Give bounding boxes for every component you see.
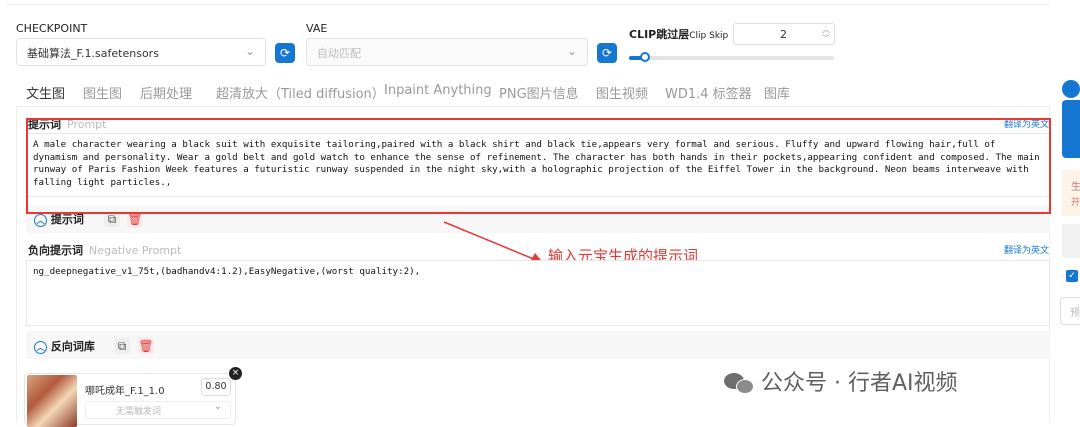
trash-icon[interactable]: 🗑	[138, 338, 154, 354]
vae-select[interactable]: 自动匹配 ⌄	[306, 38, 588, 66]
stepper-down-icon[interactable]: ﹀	[822, 33, 830, 44]
vae-refresh-button[interactable]: ⟳	[597, 43, 617, 63]
negative-translate-link[interactable]: 翻译为英文	[1004, 243, 1049, 256]
clip-slider-handle[interactable]	[640, 52, 651, 62]
lora-card[interactable]: 哪吒成年_F.1_1.0 0.80 无需触发词 ⌄	[24, 373, 236, 427]
negative-subtitle: Negative Prompt	[89, 244, 182, 257]
right-edge-panel: 生 开	[1062, 170, 1080, 216]
chevron-down-icon: ⌄	[244, 44, 255, 58]
right-edge-block	[1062, 224, 1080, 258]
lora-trigger-select[interactable]: 无需触发词 ⌄	[85, 401, 231, 419]
tab-img2img[interactable]: 图生图	[83, 83, 122, 102]
checkbox-icon[interactable]: ✓	[1066, 270, 1078, 282]
watermark: 公众号 · 行者AI视频	[724, 365, 958, 397]
lora-weight[interactable]: 0.80	[201, 378, 231, 396]
tab-inpaint-anything[interactable]: Inpaint Anything	[384, 83, 492, 98]
prompt-toggle-label: 提示词	[50, 213, 84, 226]
copy-icon[interactable]: ⧉	[114, 338, 130, 354]
negative-title-cn: 负向提示词	[28, 244, 83, 257]
tab-postprocess[interactable]: 后期处理	[140, 83, 192, 102]
watermark-text: 公众号 · 行者AI视频	[761, 371, 958, 396]
chevron-down-icon: ⌄	[566, 44, 577, 58]
right-edge-generate-button[interactable]	[1062, 100, 1080, 158]
chevron-down-icon: ⌄	[213, 401, 222, 412]
wechat-icon	[724, 371, 754, 394]
negative-toolbar	[26, 331, 1050, 359]
negative-toggle[interactable]: ︿ 反向词库	[34, 338, 95, 354]
tab-txt2img[interactable]: 文生图	[26, 83, 65, 102]
right-edge-text-1: 生	[1071, 182, 1080, 193]
tab-tiled-diffusion[interactable]: 超清放大（Tiled diffusion）	[216, 83, 385, 102]
chevron-up-icon: ︿	[34, 341, 47, 354]
checkpoint-value: 基础算法_F.1.safetensors	[27, 47, 159, 60]
checkpoint-refresh-button[interactable]: ⟳	[275, 43, 295, 63]
right-edge-text-2: 开	[1071, 198, 1080, 208]
clip-label-en: Clip Skip	[689, 31, 729, 41]
checkpoint-select[interactable]: 基础算法_F.1.safetensors ⌄	[16, 38, 266, 66]
clip-skip-input[interactable]: 2 ︿ ﹀	[733, 23, 835, 45]
vae-placeholder: 自动匹配	[317, 47, 361, 60]
clip-label: CLIP跳过层Clip Skip	[629, 26, 728, 42]
right-edge-text-3: 预	[1070, 308, 1080, 319]
negative-textarea[interactable]: ng_deepnegative_v1_75t,(badhandv4:1.2),E…	[26, 260, 1050, 326]
checkpoint-label: CHECKPOINT	[16, 22, 88, 35]
right-edge-badge[interactable]	[1062, 80, 1080, 98]
top-panel-border	[6, 4, 1050, 5]
lora-name: 哪吒成年_F.1_1.0	[85, 386, 165, 397]
negative-toggle-label: 反向词库	[50, 340, 95, 353]
chevron-up-icon: ︿	[34, 214, 47, 227]
clip-label-cn: CLIP跳过层	[629, 28, 690, 41]
negative-title: 负向提示词 Negative Prompt	[28, 242, 181, 258]
vae-label: VAE	[306, 22, 328, 35]
clip-skip-value: 2	[780, 28, 787, 41]
lora-close-icon[interactable]: ×	[229, 367, 242, 380]
tab-wd14-tagger[interactable]: WD1.4 标签器	[665, 83, 752, 102]
tab-img2video[interactable]: 图生视频	[596, 83, 648, 102]
lora-thumbnail	[27, 375, 77, 427]
lora-trigger-placeholder: 无需触发词	[116, 407, 162, 417]
clip-slider[interactable]	[629, 52, 834, 62]
tab-png-info[interactable]: PNG图片信息	[499, 83, 579, 102]
annotation-highlight-box	[26, 118, 1051, 214]
right-edge-input[interactable]: 预	[1060, 297, 1080, 325]
tab-gallery[interactable]: 图库	[764, 83, 790, 102]
